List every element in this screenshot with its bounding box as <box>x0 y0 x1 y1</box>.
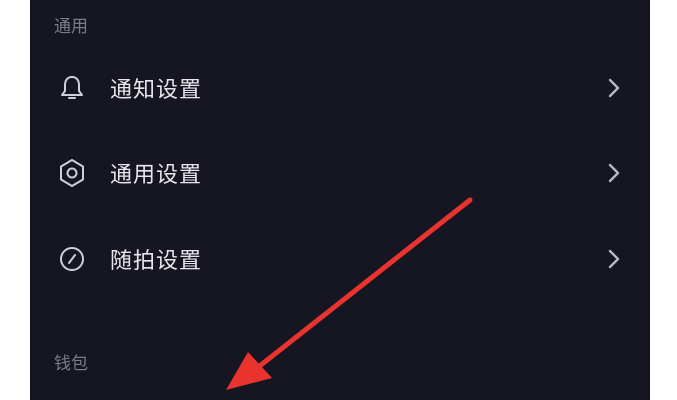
settings-item-notifications[interactable]: 通知设置 <box>30 58 650 118</box>
bell-icon <box>56 72 88 104</box>
gear-icon <box>56 157 88 189</box>
settings-item-quick-shot[interactable]: 随拍设置 <box>30 229 650 289</box>
settings-screen: 通用 通知设置 通用设置 随拍设置 钱包 <box>30 0 650 400</box>
chevron-right-icon <box>606 77 622 99</box>
settings-item-label: 通知设置 <box>110 78 203 103</box>
settings-item-label: 随拍设置 <box>110 249 203 274</box>
camera-shot-icon <box>56 243 88 275</box>
section-header-general: 通用 <box>54 17 88 37</box>
settings-item-general[interactable]: 通用设置 <box>30 143 650 203</box>
settings-item-label: 通用设置 <box>110 163 203 188</box>
section-header-wallet: 钱包 <box>54 354 88 374</box>
chevron-right-icon <box>606 248 622 270</box>
chevron-right-icon <box>606 162 622 184</box>
